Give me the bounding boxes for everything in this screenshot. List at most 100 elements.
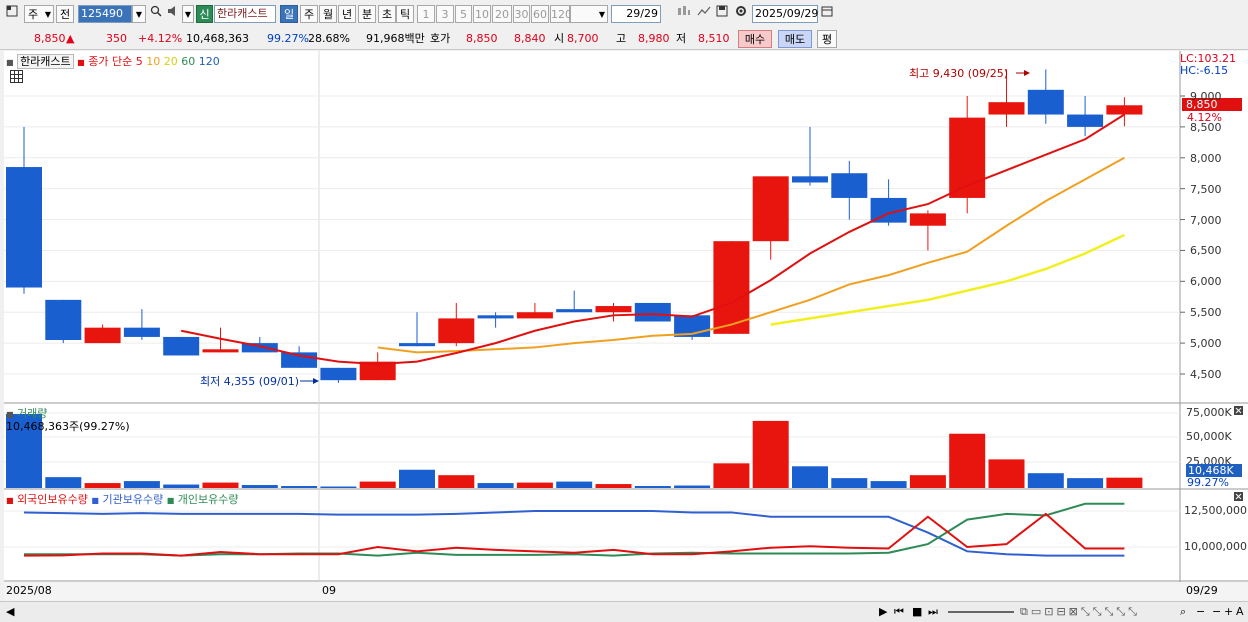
candle-body [752,176,789,242]
period-tab[interactable]: 틱 [396,5,414,23]
quote-bar: 8,850 ▲ 350 +4.12% 10,468,363 99.27% 28.… [0,28,1248,50]
candle-body [202,349,239,353]
period-tab[interactable]: 초 [378,5,396,23]
scroll-right-icon[interactable]: ▶ [879,605,887,618]
gear-icon[interactable] [733,5,749,23]
interval-tab[interactable]: 30 [513,5,530,23]
high-price: 8,980 [638,32,670,45]
volume-bar [595,484,632,488]
interval-custom-select[interactable]: ▼ [570,5,608,23]
candle-body [595,306,632,313]
interval-tab[interactable]: 10 [473,5,491,23]
buy-button[interactable]: 매수 [738,30,772,48]
chevron-down-icon: ▼ [135,10,143,19]
interval-tab[interactable]: 20 [492,5,512,23]
candle-body [831,173,868,198]
minus-icon[interactable]: − [1196,605,1205,618]
rewind-icon[interactable]: ⏮ [894,605,904,619]
eval-button[interactable]: 평 [817,30,837,48]
close-icon[interactable] [1234,405,1243,418]
interval-tab[interactable]: 120 [550,5,572,23]
ma-period-5: 5 [135,55,143,68]
chart-type-icon[interactable] [676,5,692,23]
volume-current-pct: 99.27% [1187,476,1229,489]
xaxis-start-label: 2025/08 [6,584,52,597]
chart-canvas[interactable] [4,51,1248,603]
volume-bar [713,463,750,488]
period-tab[interactable]: 분 [358,5,376,23]
candle-body [988,102,1025,115]
volume-bar [988,459,1025,488]
stop-icon[interactable]: ■ [912,605,922,618]
ma-period-60: 60 [181,55,196,68]
bullet-icon: ■ [91,496,99,505]
candle-body [516,312,553,319]
calendar-icon[interactable] [819,5,835,23]
price-ytick: 6,500 [1190,244,1222,258]
minus-icon[interactable]: − [1212,605,1221,618]
volume-bar [438,475,475,488]
period-tab[interactable]: 일 [280,5,298,23]
trade-volume: 10,468,363 [186,32,249,45]
interval-tab[interactable]: 5 [455,5,472,23]
volume-bar [399,469,435,488]
count-field[interactable]: 29/29 [611,5,661,23]
period-tab[interactable]: 월 [319,5,337,23]
bullet-icon: ■ [6,58,14,67]
chart-scrollbar[interactable]: ◀ ▶ ⏮ ■ ⏭ ⧉▭⊡⊟⊠⤡⤡⤡⤡⤡ ⌕ − − + A [0,601,1248,622]
scroll-left-icon[interactable]: ◀ [6,605,14,618]
current-price: 8,850 [34,32,66,45]
volume-bar [359,481,396,488]
period-tab[interactable]: 주 [300,5,318,23]
code-dropdown[interactable]: ▼ [132,5,146,23]
stock-name-field[interactable]: 한라캐스트 [214,5,276,23]
save-icon[interactable] [714,5,730,23]
interval-tab[interactable]: 60 [531,5,549,23]
price-ytick: 7,000 [1190,213,1222,227]
volume-info: 10,468,363주(99.27%) [6,420,130,433]
window-menu-icon[interactable] [4,5,20,23]
font-icon[interactable]: A [1236,605,1244,618]
close-icon[interactable] [1234,491,1243,504]
sell-button[interactable]: 매도 [778,30,812,48]
volume-bar [84,483,121,488]
forward-icon[interactable]: ⏭ [928,605,938,619]
volume-ratio: 99.27% [267,32,309,45]
volume-bar [1067,478,1104,488]
ask-price: 8,850 [466,32,498,45]
interval-tab[interactable]: 3 [436,5,454,23]
market-select[interactable]: 주 ▼ [24,5,54,23]
volume-bar [123,481,160,488]
volume-bar [1106,477,1143,488]
grid-icon[interactable] [10,70,23,86]
candle-body [634,302,671,322]
period-tab[interactable]: 년 [338,5,356,23]
drawing-tools-icon[interactable]: ⧉▭⊡⊟⊠⤡⤡⤡⤡⤡ [1020,605,1140,619]
volume-ytick: 75,000K [1186,406,1232,419]
up-arrow-icon: ▲ [66,32,75,45]
market-prev-button[interactable]: 전 [56,5,74,23]
interval-tab[interactable]: 1 [417,5,435,23]
plus-icon[interactable]: + [1224,605,1233,618]
price-ytick: 5,000 [1190,337,1222,351]
volume-bar [202,482,239,488]
trend-tool-icon[interactable] [696,5,712,23]
zoom-slider[interactable] [948,611,1014,613]
zoom-icon[interactable]: ⌕ [1180,605,1186,619]
chart-area[interactable]: ■ 한라캐스트 ■ 종가 단순 5 10 20 60 120 LC:103.21… [4,51,1248,603]
date-field[interactable]: 2025/09/29 [752,5,818,23]
candle-body [1106,105,1143,115]
search-icon[interactable] [148,5,164,23]
speaker-icon[interactable] [166,5,182,23]
candle-body [438,318,475,344]
speaker-dropdown[interactable]: ▼ [182,5,194,23]
candle-body [477,315,514,319]
volume-bar [556,481,593,488]
price-ytick: 8,500 [1190,120,1222,134]
volume-bar [831,478,868,488]
chevron-down-icon: ▼ [598,10,605,19]
ma-period-20: 20 [163,55,178,68]
bullet-icon: ■ [77,58,85,67]
volume-bar [1027,473,1064,488]
code-input[interactable]: 125490 [78,5,132,23]
